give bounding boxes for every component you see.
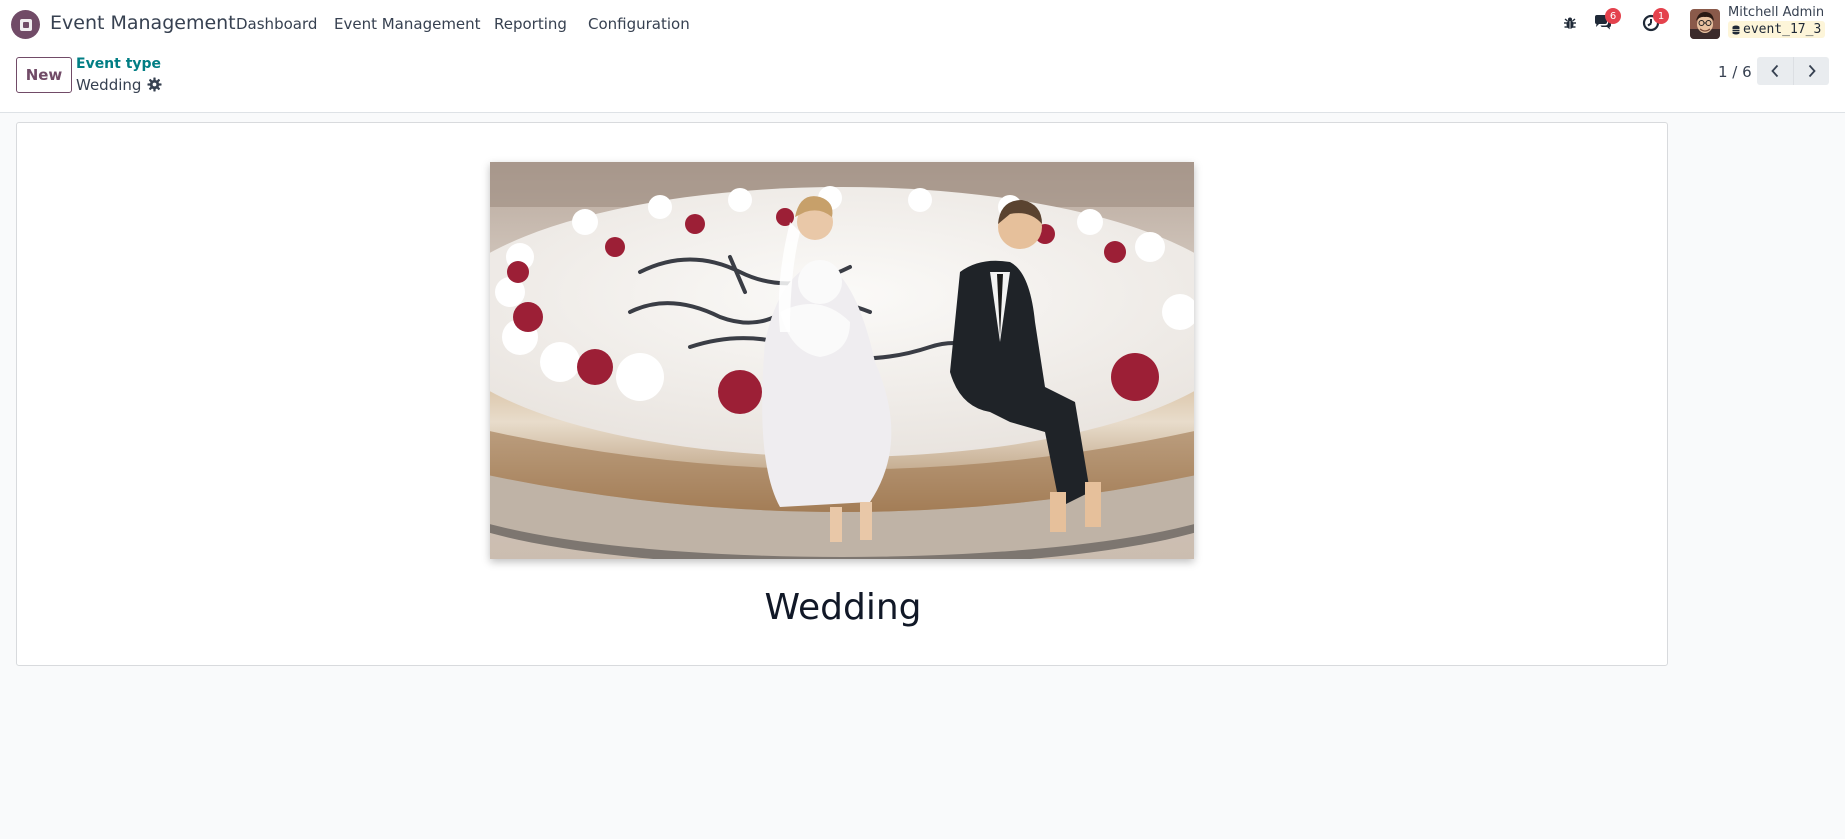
menu-reporting[interactable]: Reporting [494, 15, 567, 33]
actions-gear-button[interactable] [146, 76, 162, 92]
bug-icon [1564, 17, 1576, 29]
menu-event-management[interactable]: Event Management [334, 15, 481, 33]
menu-dashboard[interactable]: Dashboard [236, 15, 317, 33]
messages-count-badge: 6 [1605, 8, 1621, 24]
app-home-icon[interactable] [11, 10, 40, 39]
pager-next-button[interactable] [1793, 57, 1829, 85]
breadcrumb-event-type[interactable]: Event type [76, 56, 161, 72]
user-avatar[interactable] [1690, 9, 1720, 39]
activities-button[interactable]: 1 [1640, 8, 1669, 34]
database-name: event_17_3 [1743, 22, 1822, 37]
chevron-left-icon [1771, 64, 1779, 78]
database-tag: event_17_3 [1728, 21, 1826, 38]
debug-button[interactable] [1559, 12, 1581, 34]
gear-icon [146, 76, 162, 92]
new-button[interactable]: New [16, 57, 72, 93]
event-type-cover-image[interactable] [490, 162, 1194, 559]
pager-previous-button[interactable] [1757, 57, 1793, 85]
control-panel: New Event type Wedding 1 / 6 [0, 46, 1845, 113]
app-name[interactable]: Event Management [50, 12, 236, 34]
messages-button[interactable]: 6 [1592, 8, 1621, 34]
user-name[interactable]: Mitchell Admin [1728, 5, 1824, 20]
main-navbar: Event Management Dashboard Event Managem… [0, 0, 1845, 46]
pager-value[interactable]: 1 / 6 [1718, 63, 1752, 81]
breadcrumb-current-record: Wedding [76, 76, 142, 94]
activities-count-badge: 1 [1653, 8, 1669, 24]
event-type-name[interactable]: Wedding [17, 587, 1669, 628]
form-sheet: Wedding [16, 122, 1668, 666]
chevron-right-icon [1808, 64, 1816, 78]
menu-configuration[interactable]: Configuration [588, 15, 690, 33]
database-icon [1732, 25, 1740, 34]
